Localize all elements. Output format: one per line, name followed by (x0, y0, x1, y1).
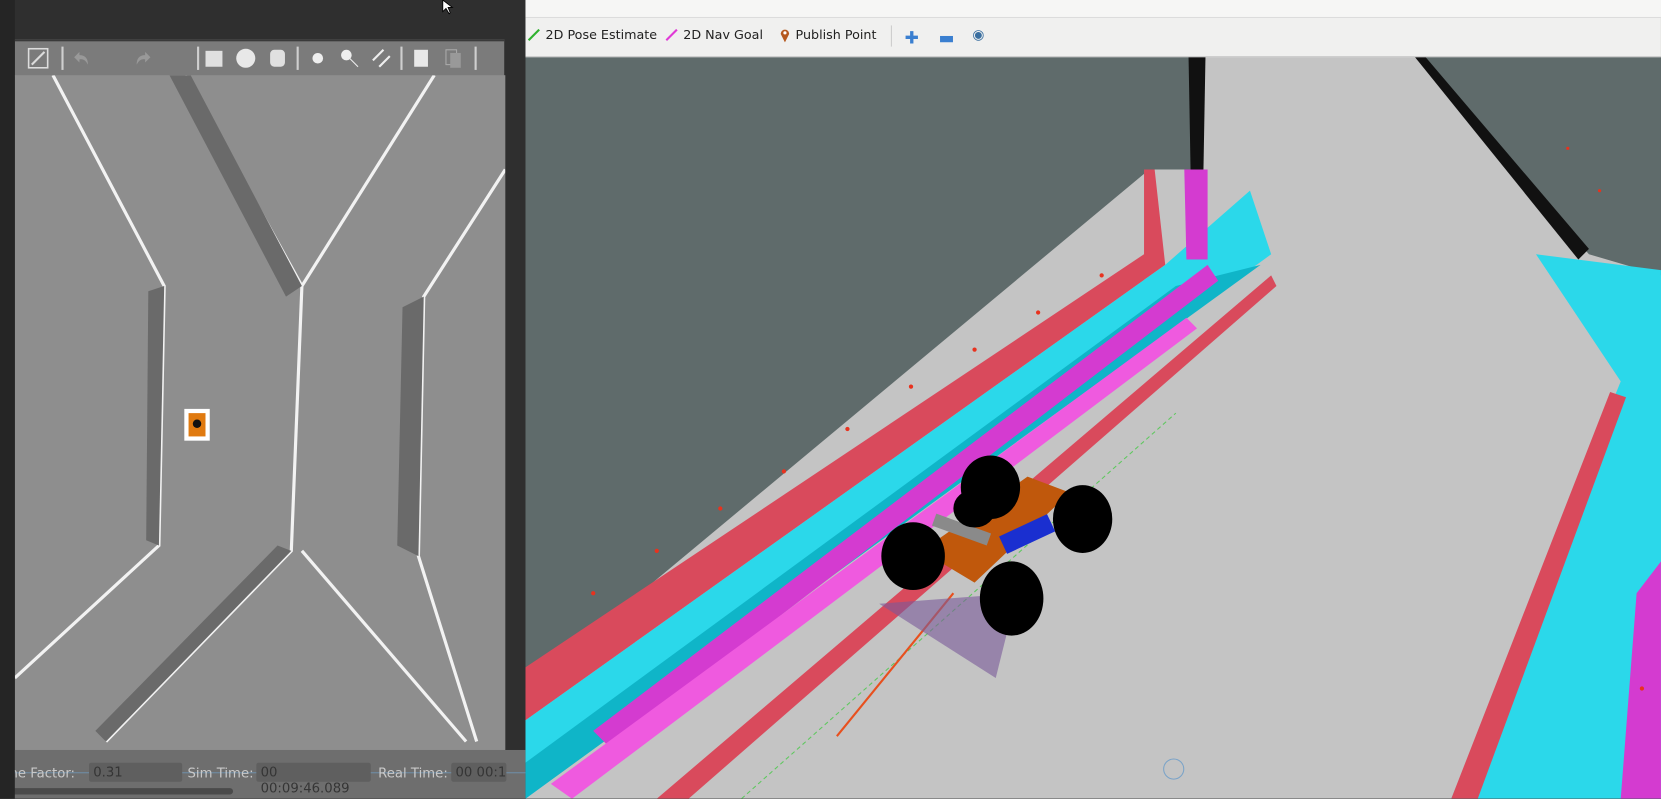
paste-icon[interactable] (443, 48, 464, 69)
green-arrow-icon (527, 28, 540, 42)
undo-icon[interactable] (70, 48, 91, 69)
gazebo-toolbar (14, 39, 505, 77)
magenta-arrow-icon (665, 28, 678, 42)
world-top-view (14, 75, 506, 750)
real-time-label: Real Time: (378, 764, 448, 781)
copy-icon[interactable] (411, 48, 432, 69)
nav-goal-label: 2D Nav Goal (683, 27, 763, 43)
eye-icon[interactable]: ◉ (972, 28, 984, 44)
sim-time-label: Sim Time: (187, 764, 254, 781)
directional-light-icon[interactable] (371, 48, 392, 69)
publish-point-label: Publish Point (795, 27, 877, 43)
separator (474, 46, 477, 70)
separator (296, 46, 299, 70)
fullscreen-icon[interactable] (27, 47, 49, 69)
redo-icon[interactable] (133, 48, 154, 69)
box-icon[interactable] (203, 48, 224, 69)
pose-estimate-label: 2D Pose Estimate (545, 27, 658, 43)
separator (197, 46, 200, 70)
real-time-value: 00 00:1 (451, 762, 507, 782)
mouse-cursor-icon (442, 0, 454, 15)
point-light-icon[interactable] (307, 48, 328, 69)
separator (890, 25, 892, 47)
robot-top-view (184, 408, 210, 441)
gazebo-status-bar: Time Factor: 0.31 Sim Time: 00 00:09:46.… (0, 749, 526, 799)
time-factor-value: 0.31 (88, 762, 183, 782)
spot-light-icon[interactable] (339, 48, 360, 69)
gazebo-3d-view[interactable] (14, 75, 506, 750)
menu-strip (525, 0, 1661, 19)
zoom-out-icon[interactable]: ▬ (939, 28, 955, 48)
obstacle-edge (1188, 56, 1206, 175)
sphere-icon[interactable] (235, 48, 256, 69)
zoom-in-icon[interactable]: ✚ (905, 28, 919, 48)
pose-estimate-button[interactable]: 2D Pose Estimate (527, 27, 658, 43)
nav-goal-button[interactable]: 2D Nav Goal (665, 27, 763, 43)
ubuntu-dock-edge (0, 0, 15, 799)
sim-time-value: 00 00:09:46.089 (256, 762, 371, 796)
rviz-3d-view[interactable] (525, 56, 1661, 799)
horizontal-scrollbar[interactable] (10, 788, 234, 795)
timeline-handle[interactable] (1163, 758, 1185, 780)
publish-point-button[interactable]: Publish Point (780, 27, 877, 43)
separator (400, 46, 403, 70)
separator (61, 46, 64, 70)
map-pin-icon (780, 29, 790, 43)
rviz-toolbar: 2D Pose Estimate 2D Nav Goal Publish Poi… (525, 0, 1661, 58)
cylinder-icon[interactable] (267, 48, 288, 69)
